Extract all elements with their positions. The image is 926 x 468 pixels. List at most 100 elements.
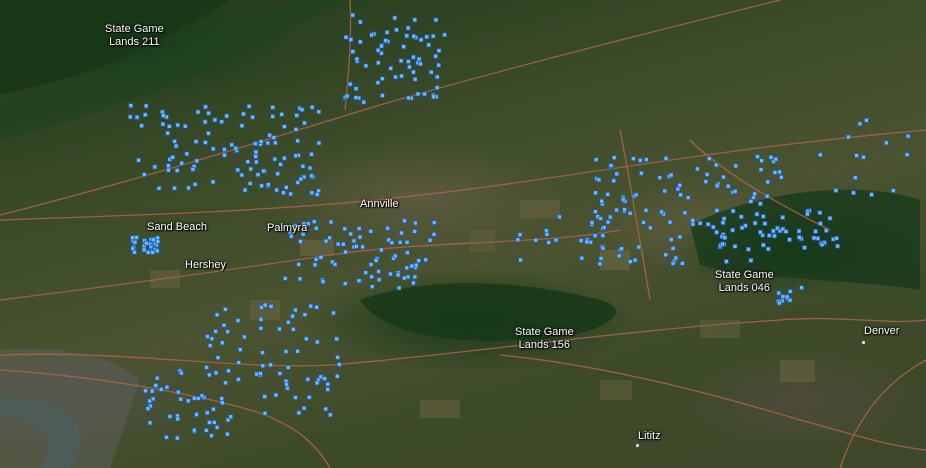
- observation-point[interactable]: [236, 376, 241, 382]
- observation-point[interactable]: [186, 185, 191, 191]
- observation-point[interactable]: [431, 232, 437, 237]
- observation-point[interactable]: [639, 170, 644, 176]
- observation-point[interactable]: [328, 219, 334, 225]
- observation-point[interactable]: [229, 142, 235, 148]
- observation-point[interactable]: [817, 152, 823, 158]
- observation-point[interactable]: [245, 159, 251, 165]
- observation-point[interactable]: [739, 225, 745, 231]
- observation-point[interactable]: [222, 152, 227, 158]
- observation-point[interactable]: [834, 235, 839, 241]
- observation-point[interactable]: [223, 380, 228, 386]
- observation-point[interactable]: [357, 234, 363, 240]
- observation-point[interactable]: [130, 246, 136, 251]
- observation-point[interactable]: [369, 32, 374, 38]
- observation-point[interactable]: [242, 187, 248, 193]
- observation-point[interactable]: [334, 336, 340, 342]
- observation-point[interactable]: [304, 336, 309, 342]
- observation-point[interactable]: [442, 32, 447, 38]
- observation-point[interactable]: [518, 257, 523, 263]
- observation-point[interactable]: [724, 259, 729, 264]
- observation-point[interactable]: [164, 434, 169, 440]
- observation-point[interactable]: [411, 280, 416, 286]
- observation-point[interactable]: [258, 371, 263, 376]
- observation-point[interactable]: [631, 156, 636, 161]
- observation-point[interactable]: [191, 427, 197, 433]
- observation-point[interactable]: [308, 303, 314, 309]
- observation-point[interactable]: [156, 185, 162, 191]
- observation-point[interactable]: [884, 140, 889, 146]
- observation-point[interactable]: [158, 387, 164, 392]
- observation-point[interactable]: [215, 355, 221, 360]
- observation-point[interactable]: [130, 235, 135, 241]
- observation-point[interactable]: [657, 175, 663, 181]
- observation-point[interactable]: [616, 253, 622, 259]
- observation-point[interactable]: [762, 221, 768, 226]
- observation-point[interactable]: [335, 241, 341, 247]
- observation-point[interactable]: [754, 211, 760, 217]
- observation-point[interactable]: [273, 392, 279, 398]
- observation-point[interactable]: [204, 410, 210, 416]
- observation-point[interactable]: [413, 220, 418, 226]
- observation-point[interactable]: [284, 382, 289, 387]
- observation-point[interactable]: [356, 226, 362, 231]
- observation-point[interactable]: [433, 17, 439, 23]
- observation-point[interactable]: [412, 17, 418, 23]
- observation-point[interactable]: [851, 190, 856, 196]
- observation-point[interactable]: [271, 135, 277, 140]
- observation-point[interactable]: [619, 246, 625, 252]
- observation-point[interactable]: [327, 412, 333, 418]
- observation-point[interactable]: [817, 210, 823, 216]
- observation-point[interactable]: [426, 42, 432, 48]
- observation-point[interactable]: [412, 274, 418, 280]
- observation-point[interactable]: [155, 239, 161, 244]
- observation-point[interactable]: [752, 191, 758, 197]
- observation-point[interactable]: [296, 262, 302, 267]
- observation-point[interactable]: [819, 242, 825, 247]
- observation-point[interactable]: [725, 183, 731, 189]
- observation-point[interactable]: [175, 416, 181, 422]
- observation-point[interactable]: [761, 242, 766, 248]
- observation-point[interactable]: [404, 239, 410, 245]
- observation-point[interactable]: [427, 237, 433, 243]
- observation-point[interactable]: [248, 166, 254, 172]
- observation-point[interactable]: [607, 214, 613, 220]
- observation-point[interactable]: [376, 269, 381, 274]
- observation-point[interactable]: [314, 380, 320, 386]
- observation-point[interactable]: [293, 153, 299, 159]
- observation-point[interactable]: [375, 47, 381, 53]
- observation-point[interactable]: [167, 414, 173, 419]
- observation-point[interactable]: [145, 250, 151, 255]
- observation-point[interactable]: [389, 240, 395, 246]
- observation-point[interactable]: [758, 201, 763, 207]
- observation-point[interactable]: [203, 428, 209, 433]
- observation-point[interactable]: [145, 406, 151, 411]
- observation-point[interactable]: [302, 120, 307, 126]
- observation-point[interactable]: [258, 316, 264, 322]
- observation-point[interactable]: [179, 370, 184, 376]
- observation-point[interactable]: [416, 56, 422, 62]
- observation-point[interactable]: [322, 376, 327, 381]
- observation-point[interactable]: [260, 363, 266, 369]
- observation-point[interactable]: [174, 168, 180, 173]
- observation-point[interactable]: [250, 114, 255, 120]
- observation-point[interactable]: [720, 241, 725, 247]
- observation-point[interactable]: [379, 247, 384, 253]
- observation-point[interactable]: [160, 113, 166, 118]
- observation-point[interactable]: [283, 349, 289, 354]
- observation-point[interactable]: [207, 420, 212, 425]
- observation-point[interactable]: [755, 154, 760, 159]
- observation-point[interactable]: [153, 383, 159, 388]
- observation-point[interactable]: [296, 410, 302, 416]
- observation-point[interactable]: [293, 127, 299, 132]
- observation-point[interactable]: [211, 420, 217, 425]
- observation-point[interactable]: [611, 178, 617, 184]
- observation-point[interactable]: [399, 230, 404, 236]
- observation-point[interactable]: [190, 166, 196, 172]
- observation-point[interactable]: [172, 139, 177, 144]
- observation-point[interactable]: [313, 257, 319, 262]
- observation-point[interactable]: [748, 199, 754, 204]
- observation-point[interactable]: [143, 240, 149, 246]
- observation-point[interactable]: [406, 59, 411, 64]
- observation-point[interactable]: [428, 69, 434, 75]
- observation-point[interactable]: [622, 207, 627, 213]
